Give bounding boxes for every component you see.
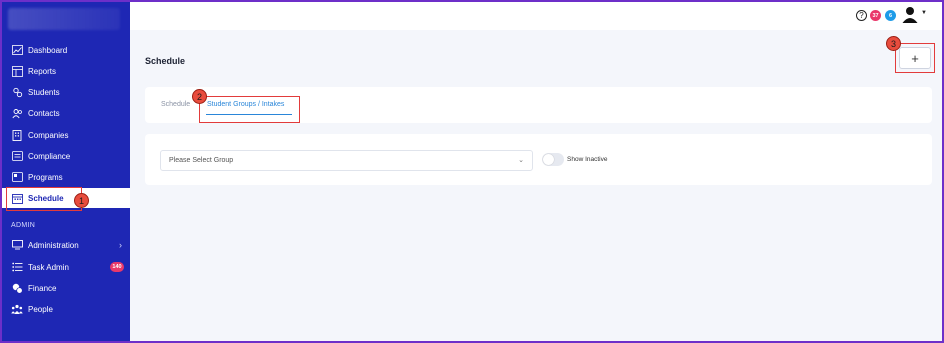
show-inactive-toggle[interactable] [542,153,564,166]
filter-card: Please Select Group ⌄ Show Inactive [145,134,932,185]
coins-icon [11,282,23,294]
top-bar: ? 37 6 ▼ [130,2,942,30]
sidebar-item-label: Students [28,87,60,97]
chart-line-icon [11,44,23,56]
app-window: Dashboard Reports Students Contacts Comp [0,0,944,343]
report-table-icon [11,65,23,77]
programs-icon [11,171,23,183]
notifications-badge[interactable]: 37 [870,10,881,21]
sidebar-item-label: Contacts [28,108,60,118]
sidebar-item-label: Programs [28,172,63,182]
sidebar-item-label: Finance [28,283,57,293]
contacts-icon [11,107,23,119]
user-avatar-icon[interactable] [902,6,918,28]
chevron-right-icon: › [119,240,122,250]
chevron-down-icon: ⌄ [518,157,524,164]
sidebar-item-programs[interactable]: Programs [2,167,130,187]
caret-down-icon[interactable]: ▼ [921,10,927,16]
step-marker-3: 3 [886,36,901,51]
sidebar-item-label: Task Admin [28,262,69,272]
help-icon[interactable]: ? [856,10,867,21]
sidebar-item-dashboard[interactable]: Dashboard [2,40,130,60]
app-logo [8,8,120,30]
sidebar-item-finance[interactable]: Finance [2,278,130,298]
group-select[interactable]: Please Select Group ⌄ [160,150,533,171]
building-icon [11,129,23,141]
sidebar-item-administration[interactable]: Administration › [2,235,130,255]
sidebar-item-compliance[interactable]: Compliance [2,146,130,166]
compliance-icon [11,150,23,162]
highlight-box-tab [199,96,300,123]
people-icon [11,303,23,315]
sidebar: Dashboard Reports Students Contacts Comp [2,2,130,341]
sidebar-item-people[interactable]: People [2,299,130,319]
messages-badge[interactable]: 6 [885,10,896,21]
highlight-box-add [895,43,935,73]
sidebar-item-label: People [28,304,53,314]
sidebar-item-label: Companies [28,130,69,140]
admin-section-label: ADMIN [11,222,36,229]
page-title: Schedule [145,56,186,66]
sidebar-item-task-admin[interactable]: Task Admin 140 [2,257,130,277]
step-marker-2: 2 [192,89,207,104]
sidebar-item-label: Reports [28,66,57,76]
monitor-icon [11,239,23,251]
toggle-knob [543,154,554,165]
list-icon [11,261,23,273]
sidebar-item-label: Dashboard [28,45,68,55]
highlight-box-schedule [6,187,82,211]
step-marker-1: 1 [74,193,89,208]
task-count-badge: 140 [110,262,124,272]
tab-schedule[interactable]: Schedule [161,101,190,108]
sidebar-item-label: Compliance [28,151,71,161]
sidebar-item-students[interactable]: Students [2,82,130,102]
group-select-placeholder: Please Select Group [169,157,234,164]
sidebar-item-contacts[interactable]: Contacts [2,103,130,123]
sidebar-item-label: Administration [28,240,79,250]
sidebar-item-companies[interactable]: Companies [2,125,130,145]
sidebar-item-reports[interactable]: Reports [2,61,130,81]
show-inactive-label: Show Inactive [567,156,608,163]
students-icon [11,86,23,98]
